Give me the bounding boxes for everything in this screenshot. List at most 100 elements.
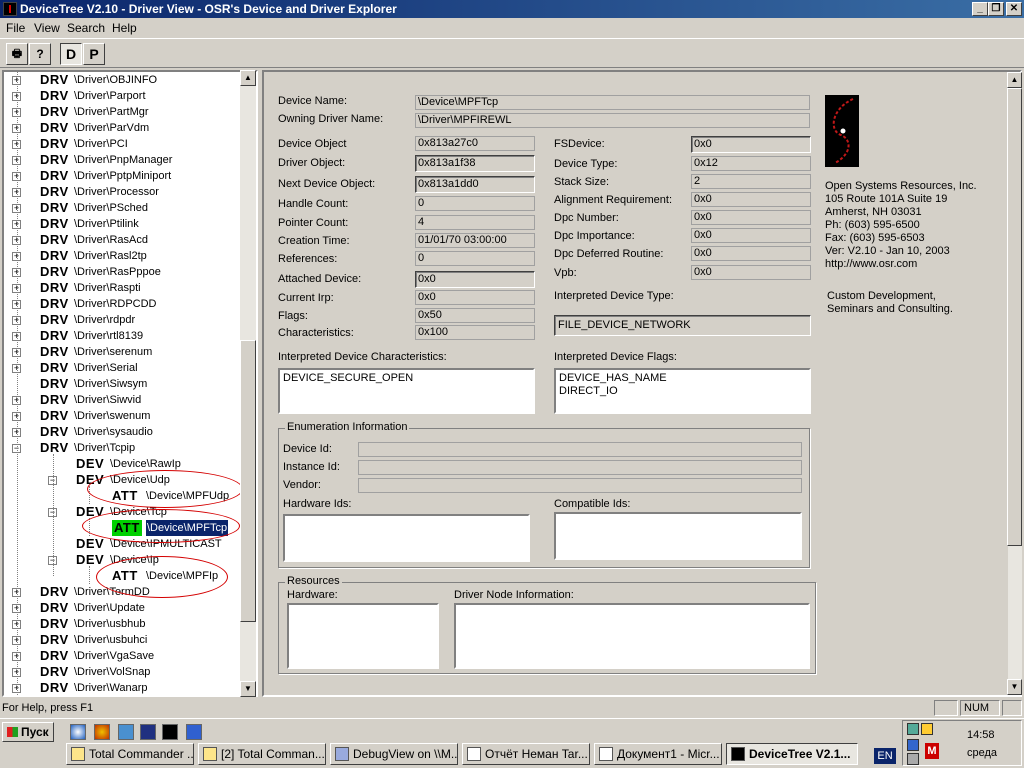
tree-row[interactable]: + DRV \Driver\PptpMiniport <box>4 168 244 184</box>
debug-icon <box>335 747 349 761</box>
tree-row[interactable]: + DRV \Driver\RDPCDD <box>4 296 244 312</box>
clock-day: среда <box>967 747 998 759</box>
field-label: Pointer Count: <box>278 217 349 229</box>
tree-row[interactable]: + DRV \Driver\VgaSave <box>4 648 244 664</box>
tree-row[interactable]: + DRV \Driver\Processor <box>4 184 244 200</box>
interp-flag-item: DIRECT_IO <box>559 385 618 397</box>
network-tray-icon[interactable] <box>907 723 919 735</box>
company-info: Open Systems Resources, Inc. 105 Route 1… <box>825 180 977 271</box>
detail-scroll-up-icon[interactable]: ▲ <box>1007 72 1022 88</box>
status-bar: For Help, press F1 NUM <box>0 699 1024 717</box>
floppy-quicklaunch-icon[interactable] <box>140 724 156 740</box>
node-type-drv: DRV <box>40 440 69 455</box>
node-type-drv: DRV <box>40 152 69 167</box>
media-quicklaunch-icon[interactable] <box>94 724 110 740</box>
close-button[interactable]: ✕ <box>1006 2 1022 16</box>
tree-row[interactable]: + DRV \Driver\Raspti <box>4 280 244 296</box>
language-indicator[interactable]: EN <box>874 748 896 764</box>
print-icon[interactable]: 🖶 <box>6 43 28 65</box>
device-view-button[interactable]: P <box>83 43 105 65</box>
tree-row[interactable]: + DRV \Driver\Siwvid <box>4 392 244 408</box>
menu-bar: File View Search Help <box>0 18 1024 38</box>
tree-row[interactable]: + DRV \Driver\ParVdm <box>4 120 244 136</box>
tree-row[interactable]: + DRV \Driver\PnpManager <box>4 152 244 168</box>
tree-row[interactable]: + DRV \Driver\Rasl2tp <box>4 248 244 264</box>
services-line: Seminars and Consulting. <box>827 303 953 315</box>
app-quicklaunch-icon[interactable] <box>186 724 202 740</box>
task-report[interactable]: Отчёт Неман Tar... <box>462 743 590 765</box>
mcafee-icon[interactable]: M <box>925 743 939 759</box>
node-path: \Driver\VolSnap <box>74 666 151 678</box>
scroll-down-icon[interactable]: ▼ <box>240 681 256 697</box>
tree-row[interactable]: + DRV \Driver\PSched <box>4 200 244 216</box>
scroll-thumb[interactable] <box>240 340 256 622</box>
tree-row[interactable]: + DRV \Driver\usbuhci <box>4 632 244 648</box>
interp-chars-box: DEVICE_SECURE_OPEN <box>278 368 535 414</box>
tray-app-icon[interactable] <box>921 723 933 735</box>
node-path: \Driver\Serial <box>74 362 138 374</box>
node-type-drv: DRV <box>40 168 69 183</box>
interp-type-field: FILE_DEVICE_NETWORK <box>554 315 811 336</box>
tree-scrollbar[interactable]: ▲ ▼ <box>240 70 256 697</box>
tree-row[interactable]: + DRV \Driver\PCI <box>4 136 244 152</box>
tree-row[interactable]: + DRV \Driver\rtl8139 <box>4 328 244 344</box>
driver-view-button[interactable]: D <box>60 43 82 65</box>
node-path: \Driver\rtl8139 <box>74 330 144 342</box>
field-label: Current Irp: <box>278 292 334 304</box>
tree-row[interactable]: + DRV \Driver\usbhub <box>4 616 244 632</box>
tree-line <box>17 72 18 695</box>
minimize-button[interactable]: _ <box>972 2 988 16</box>
task-total-commander[interactable]: Total Commander ... <box>66 743 194 765</box>
tree-row[interactable]: + DRV \Driver\Serial <box>4 360 244 376</box>
task-debugview[interactable]: DebugView on \\M... <box>330 743 458 765</box>
ie-quicklaunch-icon[interactable] <box>70 724 86 740</box>
tree-row[interactable]: + DRV \Driver\RasPppoe <box>4 264 244 280</box>
word-icon <box>599 747 613 761</box>
node-type-drv: DRV <box>40 264 69 279</box>
tree-row[interactable]: + DRV \Driver\Update <box>4 600 244 616</box>
tree-row[interactable]: + DRV \Driver\VolSnap <box>4 664 244 680</box>
detail-scroll-thumb[interactable] <box>1007 88 1022 546</box>
tree-row[interactable]: + DRV \Driver\Parport <box>4 88 244 104</box>
detail-scrollbar[interactable]: ▲ ▼ <box>1007 72 1022 695</box>
task-label: [2] Total Comman... <box>221 747 325 761</box>
tree-row[interactable]: + DRV \Driver\rdpdr <box>4 312 244 328</box>
node-type-drv: DRV <box>40 408 69 423</box>
task-label: Документ1 - Micr... <box>617 747 720 761</box>
tree-row[interactable]: + DRV \Driver\swenum <box>4 408 244 424</box>
maximize-button[interactable]: ❐ <box>988 2 1004 16</box>
field-label: Driver Object: <box>278 157 346 169</box>
node-path: \Driver\serenum <box>74 346 153 358</box>
menu-view[interactable]: View <box>34 18 60 38</box>
task-word-document[interactable]: Документ1 - Micr... <box>594 743 722 765</box>
help-icon[interactable]: ? <box>29 43 51 65</box>
device-tree[interactable]: + DRV \Driver\OBJINFO + DRV \Driver\Parport + D… <box>2 70 258 697</box>
field-label: Creation Time: <box>278 235 350 247</box>
menu-file[interactable]: File <box>6 18 25 38</box>
detail-scroll-down-icon[interactable]: ▼ <box>1007 679 1022 695</box>
node-type-drv: DRV <box>40 376 69 391</box>
tree-row[interactable]: − DRV \Driver\Tcpip <box>4 440 244 456</box>
tray-app-icon[interactable] <box>907 739 919 751</box>
tree-row[interactable]: + DRV \Driver\OBJINFO <box>4 72 244 88</box>
tree-row[interactable]: + DRV \Driver\Wanarp <box>4 680 244 695</box>
tray-app-icon[interactable] <box>907 753 919 765</box>
tree-row[interactable]: + DRV \Driver\serenum <box>4 344 244 360</box>
tree-row[interactable]: + DRV \Driver\Ptilink <box>4 216 244 232</box>
node-type-drv: DRV <box>40 632 69 647</box>
field-value: 0x813a1dd0 <box>415 176 535 193</box>
scroll-up-icon[interactable]: ▲ <box>240 70 256 86</box>
start-button[interactable]: Пуск <box>2 722 54 742</box>
tree-row[interactable]: + DRV \Driver\sysaudio <box>4 424 244 440</box>
menu-help[interactable]: Help <box>112 18 137 38</box>
task-total-commander-2[interactable]: [2] Total Comman... <box>198 743 326 765</box>
tree-row[interactable]: + DRV \Driver\RasAcd <box>4 232 244 248</box>
devicetree-quicklaunch-icon[interactable] <box>162 724 178 740</box>
tree-row[interactable]: DRV \Driver\Siwsym <box>4 376 244 392</box>
tree-row[interactable]: DEV \Device\RawIp <box>4 456 244 472</box>
explorer-quicklaunch-icon[interactable] <box>118 724 134 740</box>
node-type-drv: DRV <box>40 664 69 679</box>
tree-row[interactable]: + DRV \Driver\PartMgr <box>4 104 244 120</box>
task-devicetree[interactable]: DeviceTree V2.1... <box>726 743 858 765</box>
menu-search[interactable]: Search <box>67 18 105 38</box>
